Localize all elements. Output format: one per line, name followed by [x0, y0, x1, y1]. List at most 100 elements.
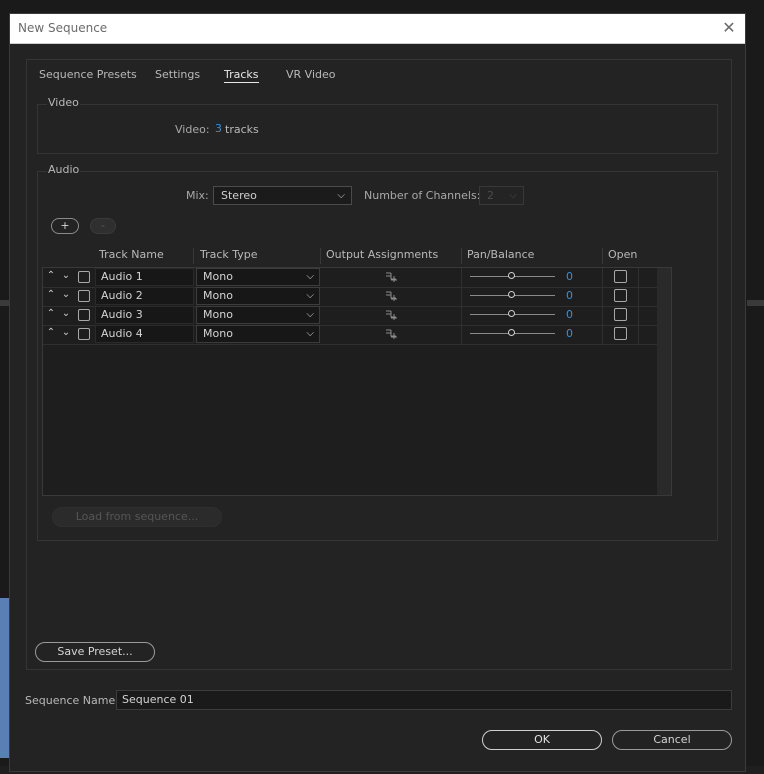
- chevron-down-icon[interactable]: ⌄: [60, 270, 72, 281]
- new-sequence-dialog: New Sequence ✕ Sequence Presets Settings…: [9, 13, 746, 772]
- video-tracks-label: Video:: [175, 123, 210, 136]
- mix-select-value: Stereo: [221, 189, 257, 202]
- col-header-pan-balance: Pan/Balance: [467, 248, 535, 261]
- track-type-select[interactable]: Mono ⌵: [196, 306, 320, 324]
- open-checkbox[interactable]: [614, 289, 627, 302]
- mix-label: Mix:: [186, 189, 209, 202]
- pan-slider-knob[interactable]: [508, 272, 515, 279]
- sequence-name-field[interactable]: Sequence 01: [116, 690, 732, 710]
- open-checkbox[interactable]: [614, 327, 627, 340]
- track-type-select[interactable]: Mono ⌵: [196, 287, 320, 305]
- chevron-down-icon: ⌵: [306, 328, 314, 339]
- track-type-select[interactable]: Mono ⌵: [196, 325, 320, 343]
- tab-content-panel: Sequence Presets Settings Tracks VR Vide…: [26, 59, 732, 670]
- pan-value[interactable]: 0: [566, 308, 573, 321]
- pan-slider-knob[interactable]: [508, 291, 515, 298]
- channels-select[interactable]: 2 ⌵: [479, 186, 524, 205]
- mix-select[interactable]: Stereo ⌵: [213, 186, 352, 205]
- load-from-sequence-button[interactable]: Load from sequence...: [52, 507, 222, 527]
- chevron-up-icon[interactable]: ⌃: [45, 289, 57, 300]
- audio-group: Audio Mix: Stereo ⌵ Number of Channels: …: [37, 163, 718, 541]
- channels-label: Number of Channels:: [364, 189, 481, 202]
- chevron-down-icon[interactable]: ⌄: [60, 327, 72, 338]
- track-type-value: Mono: [203, 270, 233, 283]
- pan-value[interactable]: 0: [566, 289, 573, 302]
- col-divider: [638, 306, 639, 325]
- track-name-field[interactable]: Audio 1: [95, 268, 194, 286]
- pan-slider-knob[interactable]: [508, 329, 515, 336]
- chevron-up-icon[interactable]: ⌃: [45, 308, 57, 319]
- table-row: ⌃ ⌄ Audio 3 Mono ⌵ 0: [43, 306, 671, 326]
- chevron-down-icon: ⌵: [306, 271, 314, 282]
- col-divider: [461, 287, 462, 306]
- col-divider: [638, 325, 639, 344]
- tab-vr-video[interactable]: VR Video: [286, 68, 335, 81]
- open-checkbox[interactable]: [614, 270, 627, 283]
- col-header-track-name: Track Name: [99, 248, 164, 261]
- open-checkbox[interactable]: [614, 308, 627, 321]
- col-divider: [638, 287, 639, 306]
- col-header-track-type: Track Type: [200, 248, 258, 261]
- video-tracks-unit: tracks: [225, 123, 259, 136]
- col-divider: [602, 248, 603, 264]
- track-name-field[interactable]: Audio 3: [95, 306, 194, 324]
- track-select-checkbox[interactable]: [78, 328, 90, 340]
- close-icon[interactable]: ✕: [719, 18, 739, 38]
- col-divider: [461, 268, 462, 287]
- track-name-field[interactable]: Audio 4: [95, 325, 194, 343]
- add-track-button[interactable]: +: [51, 218, 79, 234]
- output-routing-icon[interactable]: [385, 290, 399, 302]
- tab-sequence-presets[interactable]: Sequence Presets: [39, 68, 137, 81]
- track-select-checkbox[interactable]: [78, 271, 90, 283]
- track-type-value: Mono: [203, 308, 233, 321]
- pan-slider-knob[interactable]: [508, 310, 515, 317]
- tab-tracks[interactable]: Tracks: [224, 68, 259, 83]
- chevron-down-icon: ⌵: [306, 290, 314, 301]
- audio-group-label: Audio: [47, 163, 81, 176]
- chevron-down-icon: ⌵: [509, 190, 517, 201]
- table-scrollbar[interactable]: [657, 268, 671, 495]
- col-header-output-assignments: Output Assignments: [326, 248, 439, 261]
- video-group-label: Video: [47, 96, 80, 109]
- background-app-panel-right: [747, 300, 764, 306]
- video-track-count[interactable]: 3: [215, 122, 222, 135]
- track-type-select[interactable]: Mono ⌵: [196, 268, 320, 286]
- chevron-down-icon[interactable]: ⌄: [60, 289, 72, 300]
- col-divider: [602, 268, 603, 287]
- col-divider: [602, 287, 603, 306]
- title-bar: New Sequence ✕: [10, 14, 745, 44]
- track-type-value: Mono: [203, 289, 233, 302]
- col-header-open: Open: [608, 248, 638, 261]
- col-divider: [638, 268, 639, 287]
- col-divider: [461, 248, 462, 264]
- track-type-value: Mono: [203, 327, 233, 340]
- track-select-checkbox[interactable]: [78, 290, 90, 302]
- col-divider: [193, 248, 194, 264]
- col-divider: [461, 306, 462, 325]
- col-divider: [602, 306, 603, 325]
- output-routing-icon[interactable]: [385, 328, 399, 340]
- remove-track-button[interactable]: -: [90, 218, 116, 234]
- tab-settings[interactable]: Settings: [155, 68, 200, 81]
- chevron-up-icon[interactable]: ⌃: [45, 327, 57, 338]
- window-title: New Sequence: [18, 21, 108, 35]
- track-name-field[interactable]: Audio 2: [95, 287, 194, 305]
- background-app-panel: [0, 300, 9, 306]
- col-divider: [320, 248, 321, 264]
- video-group: Video Video: 3 tracks: [37, 96, 718, 154]
- output-routing-icon[interactable]: [385, 309, 399, 321]
- pan-value[interactable]: 0: [566, 270, 573, 283]
- output-routing-icon[interactable]: [385, 271, 399, 283]
- track-select-checkbox[interactable]: [78, 309, 90, 321]
- ok-button[interactable]: OK: [482, 730, 602, 750]
- save-preset-button[interactable]: Save Preset...: [35, 642, 155, 662]
- chevron-down-icon: ⌵: [337, 190, 345, 201]
- table-row: ⌃ ⌄ Audio 4 Mono ⌵ 0: [43, 325, 671, 345]
- col-divider: [461, 325, 462, 344]
- background-app-clip: [0, 598, 9, 758]
- cancel-button[interactable]: Cancel: [612, 730, 732, 750]
- chevron-up-icon[interactable]: ⌃: [45, 270, 57, 281]
- chevron-down-icon[interactable]: ⌄: [60, 308, 72, 319]
- pan-value[interactable]: 0: [566, 327, 573, 340]
- chevron-down-icon: ⌵: [306, 309, 314, 320]
